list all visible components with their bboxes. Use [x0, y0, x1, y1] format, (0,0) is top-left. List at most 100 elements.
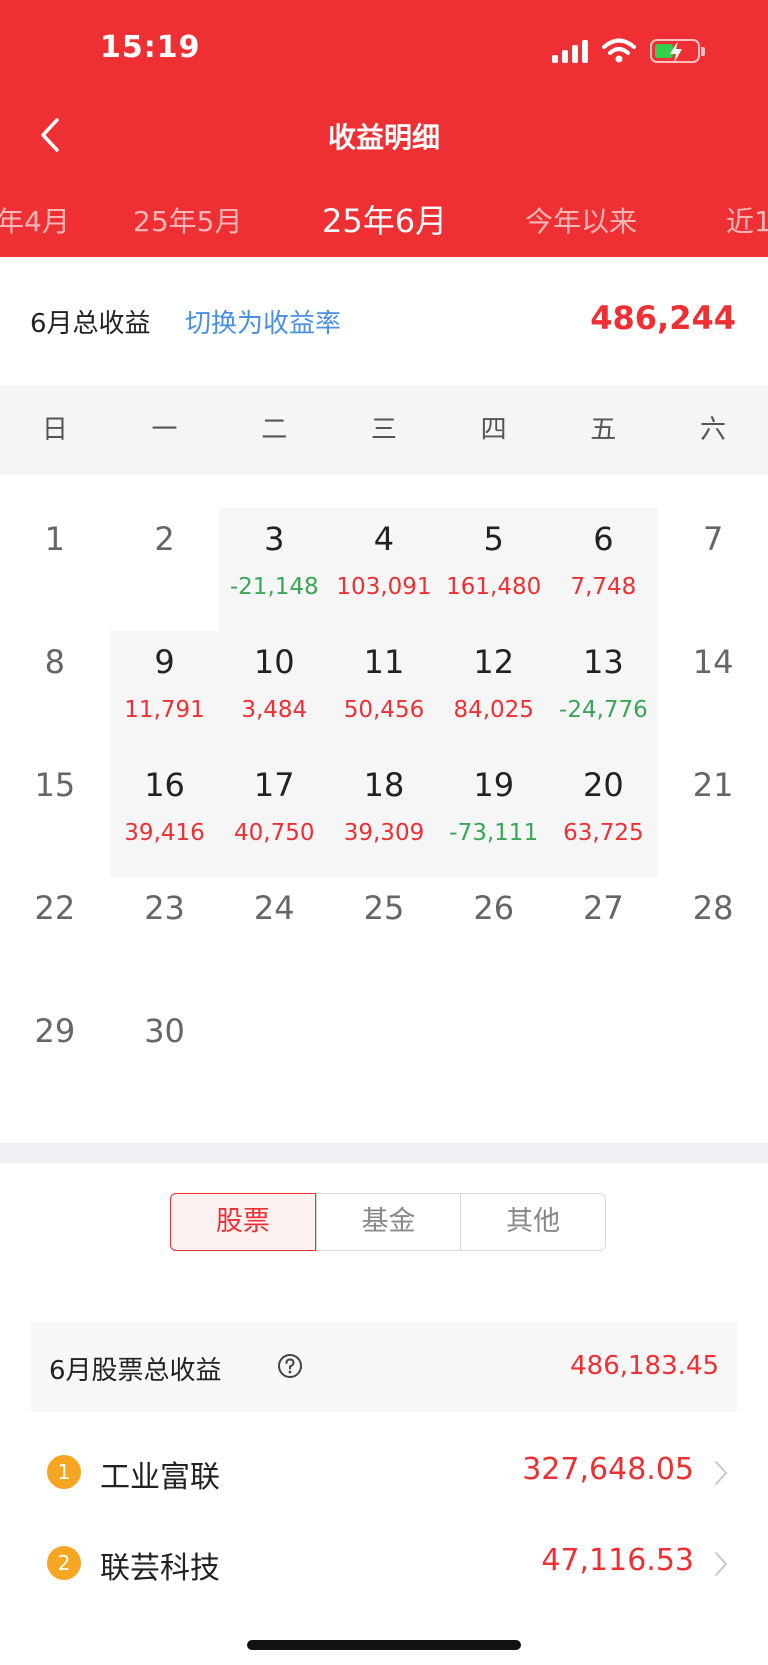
- calendar-day[interactable]: 14: [658, 631, 768, 754]
- calendar-day[interactable]: 23: [110, 877, 220, 1000]
- calendar-day[interactable]: 21: [658, 754, 768, 877]
- day-profit: 40,750: [234, 820, 315, 846]
- month-total-label: 6月总收益: [30, 309, 151, 339]
- day-number: 26: [473, 889, 515, 927]
- help-icon[interactable]: [277, 1353, 303, 1379]
- day-number: 1: [44, 520, 66, 558]
- day-profit: 84,025: [453, 697, 534, 723]
- day-number: 29: [34, 1012, 76, 1050]
- weekday-wed: 三: [370, 415, 397, 445]
- segment-stocks[interactable]: 股票: [170, 1193, 316, 1251]
- calendar-day[interactable]: 20 63,725: [548, 754, 659, 877]
- day-number: 24: [253, 889, 295, 927]
- calendar-day[interactable]: 16 39,416: [109, 754, 220, 877]
- weekday-header: 日 一 二 三 四 五 六: [0, 385, 768, 475]
- calendar-day[interactable]: 8: [0, 631, 110, 754]
- home-indicator: [247, 1640, 521, 1650]
- day-profit: 11,791: [124, 697, 205, 723]
- chevron-right-icon: [715, 1461, 728, 1485]
- calendar-day[interactable]: 30: [110, 1000, 220, 1123]
- calendar-day[interactable]: 9 11,791: [109, 631, 220, 754]
- calendar-day[interactable]: 13 -24,776: [548, 631, 659, 754]
- day-number: 6: [593, 520, 614, 558]
- day-profit: -24,776: [559, 697, 648, 723]
- header-bar: 15:19 收益明细 年4月 25年5月 25年6月 今年以来 近1: [0, 0, 768, 257]
- calendar-day[interactable]: 11 50,456: [329, 631, 439, 754]
- stock-total-row: 6月股票总收益 486,183.45: [31, 1322, 737, 1412]
- day-number: 10: [253, 643, 295, 681]
- calendar-day[interactable]: 22: [0, 877, 110, 1000]
- day-profit: 7,748: [570, 574, 637, 600]
- day-number: 4: [373, 520, 395, 558]
- stock-name: 工业富联: [100, 1460, 220, 1495]
- day-profit: 50,456: [343, 697, 425, 723]
- calendar-day[interactable]: 1: [0, 508, 110, 631]
- page-title: 收益明细: [327, 121, 440, 154]
- calendar-day[interactable]: 19 -73,111: [438, 754, 549, 877]
- calendar-day[interactable]: 7: [658, 508, 768, 631]
- day-number: 25: [363, 889, 405, 927]
- day-number: 19: [473, 766, 515, 804]
- battery-icon: [650, 39, 705, 63]
- calendar-day[interactable]: 15: [0, 754, 110, 877]
- stock-row[interactable]: 2 联芸科技 47,116.53: [0, 1519, 768, 1609]
- calendar-day[interactable]: 2: [110, 508, 220, 631]
- day-number: 18: [363, 766, 405, 804]
- calendar-day[interactable]: 29: [0, 1000, 110, 1123]
- calendar-day[interactable]: 4 103,091: [329, 508, 439, 631]
- day-number: 16: [144, 766, 185, 804]
- stock-row[interactable]: 1 工业富联 327,648.05: [0, 1428, 768, 1518]
- weekday-sat: 六: [699, 415, 726, 445]
- stock-profit: 327,648.05: [522, 1452, 694, 1487]
- day-number: 20: [583, 766, 624, 804]
- day-number: 9: [154, 643, 175, 681]
- weekday-thu: 四: [480, 415, 507, 445]
- day-number: 7: [702, 520, 724, 558]
- day-number: 12: [473, 643, 515, 681]
- calendar-day[interactable]: 25: [329, 877, 439, 1000]
- switch-to-rate-link[interactable]: 切换为收益率: [185, 303, 341, 340]
- tab-month-apr[interactable]: 年4月: [0, 200, 70, 240]
- calendar-day[interactable]: 24: [219, 877, 329, 1000]
- day-number: 28: [692, 889, 734, 927]
- day-profit: -21,148: [229, 574, 319, 600]
- calendar-day[interactable]: 28: [658, 877, 768, 1000]
- day-profit: 39,309: [343, 820, 425, 846]
- stock-profit: 47,116.53: [541, 1543, 694, 1578]
- calendar-day[interactable]: 3 -21,148: [219, 508, 330, 631]
- stock-name: 联芸科技: [100, 1551, 220, 1586]
- weekday-mon: 一: [151, 415, 178, 445]
- day-number: 13: [583, 643, 624, 681]
- tab-month-jun[interactable]: 25年6月: [322, 200, 447, 242]
- calendar-day[interactable]: 18 39,309: [329, 754, 439, 877]
- day-number: 11: [363, 643, 405, 681]
- calendar-day[interactable]: 12 84,025: [438, 631, 549, 754]
- month-total-value: 486,244: [590, 299, 736, 337]
- day-number: 30: [144, 1012, 185, 1050]
- day-number: 17: [253, 766, 295, 804]
- segment-funds[interactable]: 基金: [315, 1194, 461, 1250]
- asset-type-segment: 股票 基金 其他: [170, 1193, 606, 1251]
- calendar-day[interactable]: 26: [439, 877, 549, 1000]
- status-icons: [552, 36, 705, 66]
- weekday-sun: 日: [41, 415, 68, 445]
- tab-month-may[interactable]: 25年5月: [133, 200, 242, 240]
- day-number: 23: [144, 889, 185, 927]
- day-number: 14: [692, 643, 734, 681]
- stock-total-value: 486,183.45: [570, 1351, 719, 1381]
- tab-year-to-date[interactable]: 今年以来: [525, 200, 637, 240]
- day-profit: 39,416: [124, 820, 205, 846]
- stock-total-label: 6月股票总收益: [49, 1356, 222, 1386]
- calendar-day[interactable]: 10 3,484: [219, 631, 330, 754]
- day-number: 5: [483, 520, 504, 558]
- day-number: 22: [34, 889, 76, 927]
- calendar-day[interactable]: 5 161,480: [438, 508, 549, 631]
- segment-other[interactable]: 其他: [460, 1194, 605, 1250]
- calendar-grid: 1 2 3 -21,148 4 103,091 5 161,480 6 7,748 7 8 9 11,79…: [0, 508, 768, 1123]
- cellular-signal-icon: [552, 39, 588, 63]
- calendar-day[interactable]: 27: [549, 877, 659, 1000]
- tab-recent[interactable]: 近1: [726, 200, 768, 240]
- day-number: 15: [34, 766, 76, 804]
- calendar-day[interactable]: 17 40,750: [219, 754, 330, 877]
- calendar-day[interactable]: 6 7,748: [548, 508, 659, 631]
